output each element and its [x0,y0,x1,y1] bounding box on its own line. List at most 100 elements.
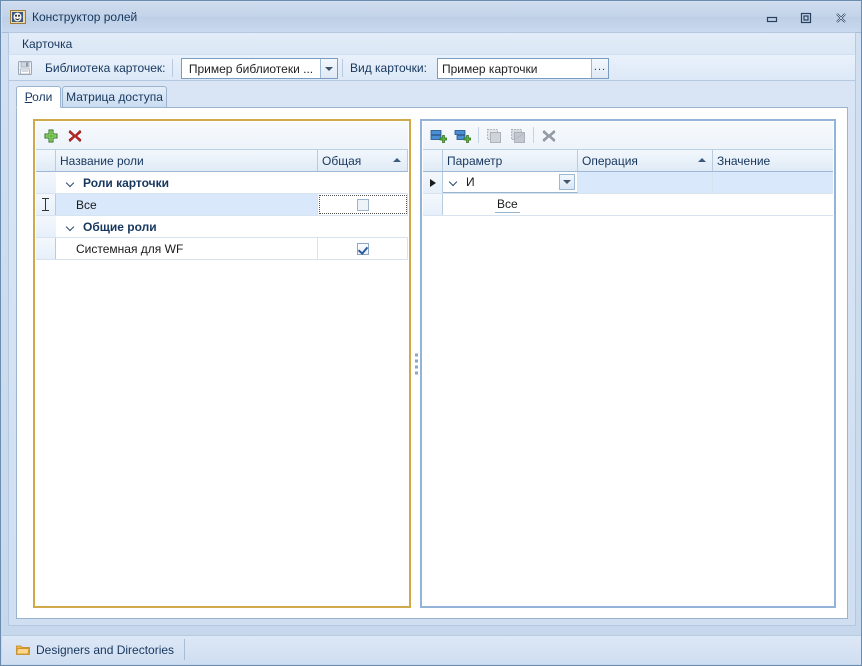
row-indicator [423,172,443,193]
row-indicator [36,216,56,237]
conditions-panel-inner: Параметр Операция Значение И Все [422,121,834,606]
role-common-checkbox-cell[interactable] [318,194,408,215]
roles-header-name[interactable]: Название роли [56,150,318,171]
role-common-checkbox-cell[interactable] [318,238,408,259]
toolbar-separator-4 [533,127,534,143]
library-combobox[interactable]: Пример библиотеки ... [181,58,338,79]
table-row[interactable]: И [423,172,833,194]
roles-header-name-label: Название роли [60,153,144,168]
client-area: Роли Матрица доступа Название роли Общая… [8,81,856,626]
checkbox-checked-icon[interactable] [356,242,369,255]
condition-param-label: Все [495,196,520,213]
group-label: Роли карточки [83,175,170,190]
library-label: Библиотека карточек: [45,61,166,75]
maximize-button[interactable] [792,8,821,27]
logic-value-cell[interactable] [713,172,831,193]
chevron-expand-icon[interactable] [449,177,459,187]
table-row[interactable]: Системная для WF [36,238,408,260]
main-toolbar: Библиотека карточек: Пример библиотеки .… [8,54,856,81]
chevron-down-icon [325,66,333,71]
role-name-label: Системная для WF [76,241,184,256]
add-block-icon[interactable] [429,127,447,145]
conditions-header-value[interactable]: Значение [713,150,831,171]
checkbox-unchecked-icon[interactable] [356,198,369,211]
table-row[interactable]: Все [423,194,833,216]
masks-icon [10,9,26,25]
role-name-cell[interactable]: Системная для WF [56,238,318,259]
text-cursor-icon [42,198,49,211]
conditions-toolbar [423,122,833,149]
conditions-header-param-label: Параметр [447,153,503,168]
tab-roli-label: Роли [24,90,53,104]
status-panel-designers[interactable]: Designers and Directories [10,639,186,660]
card-label: Вид карточки: [350,61,427,75]
roles-panel-inner: Название роли Общая Роли карточки Все Об… [35,121,409,606]
logic-operator-cell[interactable]: И [443,172,578,193]
window-controls [755,8,855,28]
card-view-browse-button[interactable]: ... [591,59,608,78]
tab-matrica-dostupa-label: Матрица доступа [66,90,163,104]
paste-block-icon [509,127,527,145]
minimize-button[interactable] [757,8,786,27]
chevron-expand-icon[interactable] [66,178,76,188]
sort-ascending-icon [393,158,401,162]
card-view-value: Пример карточки [442,61,538,76]
title-bar: Конструктор ролей [2,2,861,33]
conditions-header-param[interactable]: Параметр [443,150,578,171]
copy-block-icon [485,127,503,145]
conditions-panel: Параметр Операция Значение И Все [420,119,836,608]
toolbar-separator-2 [342,59,343,77]
logic-operator-dropdown-button[interactable] [559,174,575,190]
roles-panel: Название роли Общая Роли карточки Все Об… [33,119,411,608]
conditions-header-indicator [423,150,443,171]
sort-ascending-icon [698,158,706,162]
current-row-pointer-icon [429,178,436,187]
tab-matrica-dostupa[interactable]: Матрица доступа [62,86,167,108]
row-indicator [423,194,443,215]
group-cell: Роли карточки [56,172,408,193]
roles-toolbar [36,122,408,149]
save-disk-icon[interactable] [17,60,33,76]
conditions-header-operation-label: Операция [582,153,638,168]
card-view-field[interactable]: Пример карточки ... [437,58,609,79]
table-row[interactable]: Все [36,194,408,216]
close-button[interactable] [826,8,855,27]
table-row[interactable]: Роли карточки [36,172,408,194]
window-title: Конструктор ролей [32,10,138,24]
tab-roli[interactable]: Роли [16,86,61,108]
roles-header-indicator [36,150,56,171]
group-label: Общие роли [83,219,157,234]
roles-grid: Название роли Общая Роли карточки Все Об… [36,149,408,605]
logic-operator-label: И [466,175,475,189]
row-indicator [36,238,56,259]
cross-red-icon[interactable] [66,127,84,145]
add-group-icon[interactable] [453,127,471,145]
conditions-header-value-label: Значение [717,153,771,168]
toolbar-separator-3 [478,127,479,143]
condition-param-cell[interactable]: Все [443,194,831,215]
splitter-grip-icon [415,353,418,374]
tab-content-roli: Название роли Общая Роли карточки Все Об… [16,107,848,619]
role-name-label: Все [76,197,97,212]
conditions-grid-header: Параметр Операция Значение [423,149,833,172]
library-dropdown-button[interactable] [320,59,337,78]
chevron-expand-icon[interactable] [66,222,76,232]
role-name-cell[interactable]: Все [56,194,318,215]
cross-gray-icon [540,127,558,145]
status-panel-label: Designers and Directories [36,642,175,657]
library-combobox-value: Пример библиотеки ... [188,61,314,76]
conditions-header-operation[interactable]: Операция [578,150,713,171]
application-window: Конструктор ролей Карточка Библиотека ка… [0,0,862,666]
conditions-grid: Параметр Операция Значение И Все [423,149,833,605]
roles-header-common[interactable]: Общая [318,150,408,171]
group-cell: Общие роли [56,216,408,237]
menu-bar: Карточка [8,32,856,54]
logic-operation-cell[interactable] [578,172,713,193]
menu-item-kartochka[interactable]: Карточка [19,37,75,51]
table-row[interactable]: Общие роли [36,216,408,238]
row-indicator [36,172,56,193]
roles-header-common-label: Общая [322,153,362,168]
plus-green-icon[interactable] [42,127,60,145]
chevron-down-icon [563,180,571,184]
folder-icon [16,644,30,656]
